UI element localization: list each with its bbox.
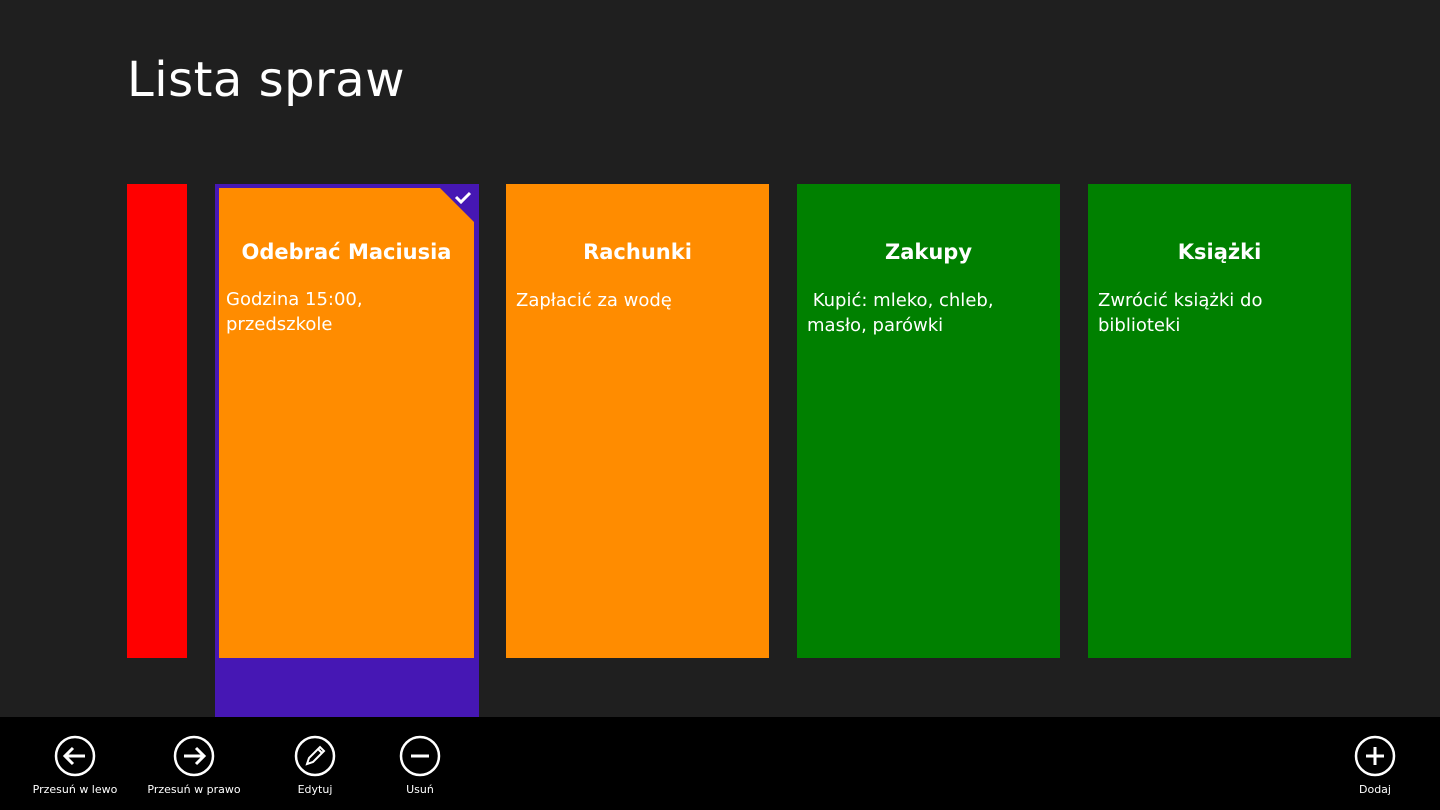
minus-icon bbox=[399, 735, 441, 777]
app-bar: Przesuń w lewo Przesuń w prawo Edytuj Us… bbox=[0, 717, 1440, 810]
card-ksiazki[interactable]: Książki Zwrócić książki do biblioteki bbox=[1088, 184, 1351, 658]
card-text: Kupić: mleko, chleb, masło, parówki bbox=[807, 290, 1000, 336]
edit-label: Edytuj bbox=[297, 783, 333, 796]
move-right-button[interactable]: Przesuń w prawo bbox=[139, 735, 249, 805]
delete-button[interactable]: Usuń bbox=[365, 735, 475, 805]
arrow-left-icon bbox=[54, 735, 96, 777]
move-left-label: Przesuń w lewo bbox=[32, 783, 118, 796]
card-title: Rachunki bbox=[583, 240, 692, 264]
card-title: Książki bbox=[1177, 240, 1262, 264]
card-rachunki[interactable]: Rachunki Zapłacić za wodę bbox=[506, 184, 769, 658]
pencil-icon bbox=[294, 735, 336, 777]
card-zakupy[interactable]: Zakupy Kupić: mleko, chleb, masło, parów… bbox=[797, 184, 1060, 658]
plus-icon bbox=[1354, 735, 1396, 777]
selection-check-icon bbox=[440, 188, 474, 222]
card-text: Godzina 15:00, przedszkole bbox=[226, 289, 363, 335]
move-right-label: Przesuń w prawo bbox=[147, 783, 241, 796]
app-window: Lista spraw Odebrać Maciusia Godzina 15:… bbox=[0, 0, 1440, 810]
card-odebrac-maciusia[interactable]: Odebrać Maciusia Godzina 15:00, przedszk… bbox=[219, 188, 474, 658]
page-title: Lista spraw bbox=[127, 52, 405, 108]
card-title: Zakupy bbox=[884, 240, 973, 264]
card-text: Zwrócić książki do biblioteki bbox=[1098, 290, 1263, 336]
delete-label: Usuń bbox=[406, 783, 434, 796]
add-button[interactable]: Dodaj bbox=[1320, 735, 1430, 805]
edit-button[interactable]: Edytuj bbox=[260, 735, 370, 805]
card-title: Odebrać Maciusia bbox=[241, 240, 452, 264]
add-label: Dodaj bbox=[1359, 783, 1391, 796]
move-left-button[interactable]: Przesuń w lewo bbox=[20, 735, 130, 805]
card-text: Zapłacić za wodę bbox=[516, 290, 672, 311]
partial-card[interactable] bbox=[127, 184, 187, 658]
arrow-right-icon bbox=[173, 735, 215, 777]
